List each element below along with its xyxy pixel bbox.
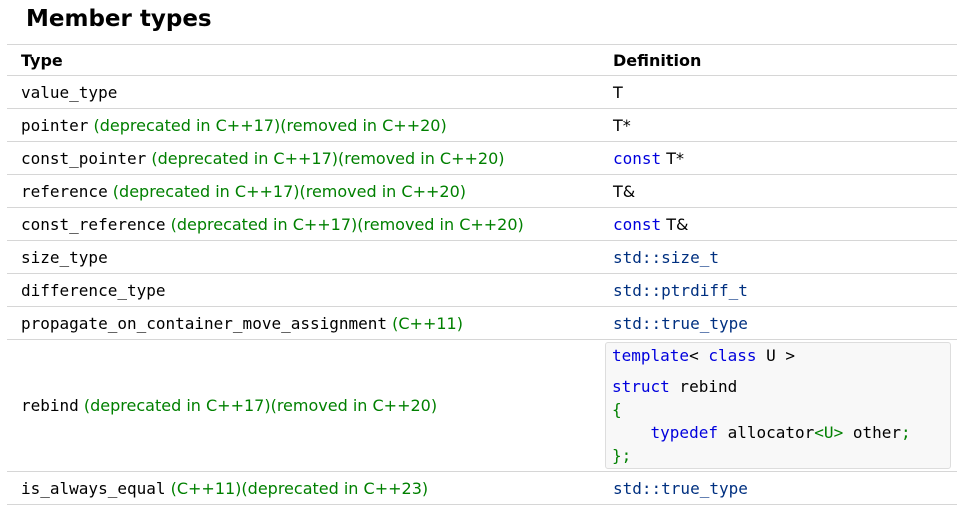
struct-keyword: struct <box>612 377 670 396</box>
const-keyword: const <box>613 214 662 234</box>
type-cell: rebind (deprecated in C++17)(removed in … <box>7 339 599 472</box>
code-text: < <box>689 346 709 365</box>
type-name: propagate_on_container_move_assignment <box>21 313 388 333</box>
definition-cell: std::true_type <box>599 471 957 505</box>
type-name: size_type <box>21 247 108 267</box>
definition-text: T& <box>613 181 636 201</box>
table-row: const_reference (deprecated in C++17)(re… <box>7 207 957 241</box>
code-block: template< class U > struct rebind { type… <box>605 342 951 469</box>
code-line: typedef allocator<U> other; <box>612 421 944 444</box>
definition-cell: std::true_type <box>599 306 957 340</box>
template-argument: <U> <box>814 423 844 442</box>
type-cell: pointer (deprecated in C++17)(removed in… <box>7 108 599 142</box>
definition-link[interactable]: std::true_type <box>613 479 748 498</box>
column-header-definition: Definition <box>599 44 957 76</box>
type-name: rebind <box>21 396 79 415</box>
type-cell: value_type <box>7 75 599 109</box>
definition-cell: std::size_t <box>599 240 957 274</box>
definition-cell: T& <box>599 174 957 208</box>
code-text: rebind <box>669 377 738 396</box>
definition-cell: T <box>599 75 957 109</box>
code-brace: { <box>612 400 622 419</box>
code-line: }; <box>612 444 944 467</box>
table-row: value_type T <box>7 75 957 109</box>
code-gap <box>612 367 944 375</box>
code-text: U > <box>756 346 796 365</box>
definition-cell: const T& <box>599 207 957 241</box>
definition-cell: T* <box>599 108 957 142</box>
table-row: reference (deprecated in C++17)(removed … <box>7 174 957 208</box>
definition-link[interactable]: std::ptrdiff_t <box>613 281 748 300</box>
typedef-keyword: typedef <box>650 423 718 442</box>
definition-link[interactable]: std::true_type <box>613 314 748 333</box>
type-cell: is_always_equal (C++11)(deprecated in C+… <box>7 471 599 505</box>
table-row: pointer (deprecated in C++17)(removed in… <box>7 108 957 142</box>
code-brace: }; <box>612 446 632 465</box>
type-cell: difference_type <box>7 273 599 307</box>
table-row: size_type std::size_t <box>7 240 957 274</box>
definition-link[interactable]: std::size_t <box>613 248 719 267</box>
type-cell: propagate_on_container_move_assignment (… <box>7 306 599 340</box>
definition-text: T& <box>666 214 689 234</box>
member-types-section: Member types Type Definition value_type … <box>0 0 966 508</box>
table-row: is_always_equal (C++11)(deprecated in C+… <box>7 471 957 505</box>
definition-text: T* <box>666 148 685 168</box>
code-line: { <box>612 398 944 421</box>
version-note[interactable]: (deprecated in C++17)(removed in C++20) <box>151 149 504 168</box>
version-note[interactable]: (deprecated in C++17)(removed in C++20) <box>171 215 524 234</box>
const-keyword: const <box>613 148 662 168</box>
type-name: reference <box>21 181 108 201</box>
type-name: is_always_equal <box>21 478 166 498</box>
version-note[interactable]: (deprecated in C++17)(removed in C++20) <box>94 116 447 135</box>
type-cell: const_reference (deprecated in C++17)(re… <box>7 207 599 241</box>
type-cell: reference (deprecated in C++17)(removed … <box>7 174 599 208</box>
version-note[interactable]: (deprecated in C++17)(removed in C++20) <box>84 396 437 415</box>
section-title: Member types <box>26 6 212 32</box>
type-name: pointer <box>21 115 89 135</box>
code-semicolon: ; <box>901 423 911 442</box>
template-keyword: template <box>612 346 690 365</box>
version-note[interactable]: (deprecated in C++17)(removed in C++20) <box>113 182 466 201</box>
type-name: const_reference <box>21 214 166 234</box>
code-text: allocator <box>717 423 815 442</box>
version-note[interactable]: (C++11)(deprecated in C++23) <box>171 479 429 498</box>
definition-cell: template< class U > struct rebind { type… <box>599 339 957 472</box>
table-row: const_pointer (deprecated in C++17)(remo… <box>7 141 957 175</box>
code-line: template< class U > <box>612 344 944 367</box>
definition-text: T* <box>613 115 631 135</box>
definition-text: T <box>613 82 623 102</box>
code-line: struct rebind <box>612 375 944 398</box>
table-row: propagate_on_container_move_assignment (… <box>7 306 957 340</box>
type-name: value_type <box>21 82 118 102</box>
type-cell: size_type <box>7 240 599 274</box>
member-types-table: Type Definition value_type T pointer (de… <box>7 44 957 505</box>
definition-cell: std::ptrdiff_t <box>599 273 957 307</box>
column-header-type: Type <box>7 44 599 76</box>
type-name: const_pointer <box>21 148 147 168</box>
code-text: other <box>843 423 901 442</box>
type-cell: const_pointer (deprecated in C++17)(remo… <box>7 141 599 175</box>
version-note[interactable]: (C++11) <box>392 314 463 333</box>
table-header-row: Type Definition <box>7 44 957 76</box>
definition-cell: const T* <box>599 141 957 175</box>
table-row: difference_type std::ptrdiff_t <box>7 273 957 307</box>
type-name: difference_type <box>21 280 166 300</box>
class-keyword: class <box>708 346 757 365</box>
table-row: rebind (deprecated in C++17)(removed in … <box>7 339 957 472</box>
